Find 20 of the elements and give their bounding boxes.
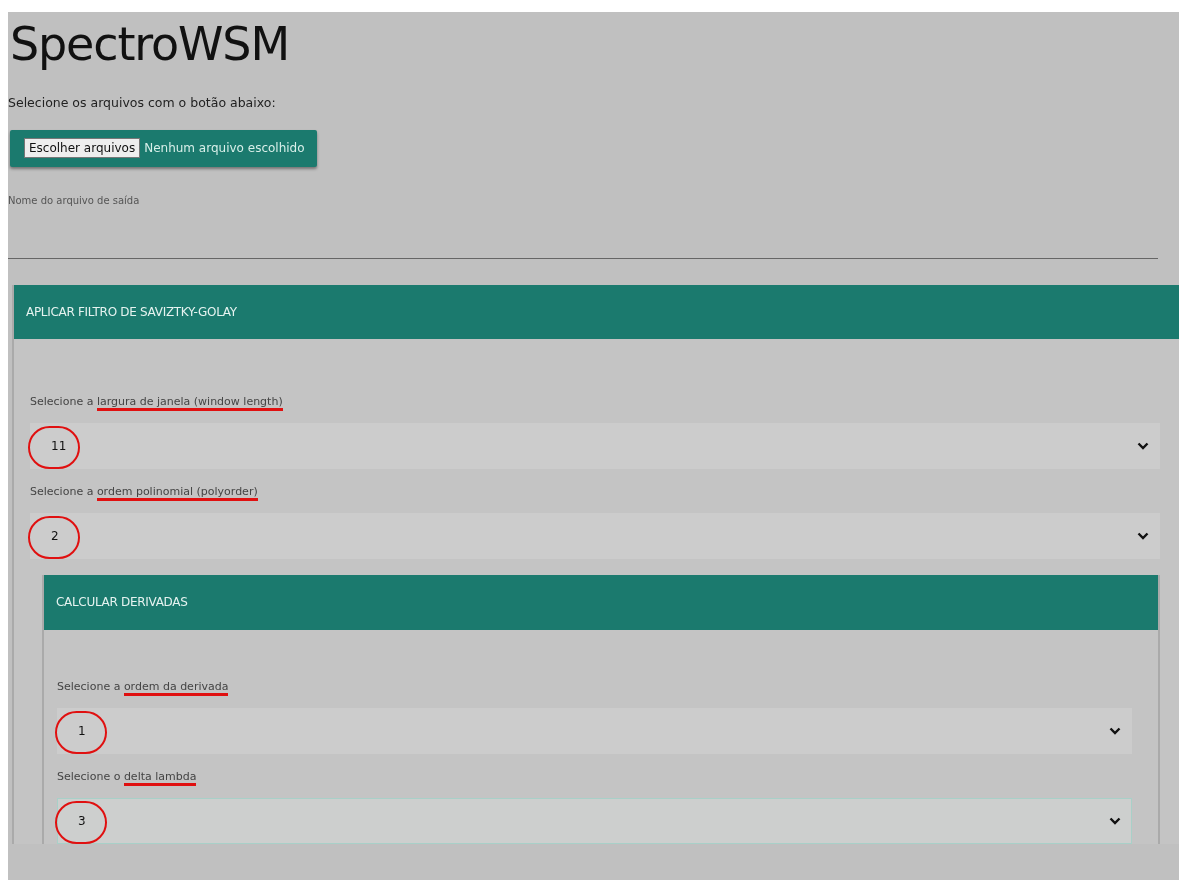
select-dropdown[interactable]: 3 — [57, 797, 1132, 844]
section-header: APLICAR FILTRO DE SAVIZTKY-GOLAY — [14, 284, 1179, 339]
section-header: CALCULAR DERIVADAS — [44, 574, 1158, 630]
field-label: Selecione a ordem da derivada — [57, 679, 229, 694]
field-label: Selecione a largura de janela (window length) — [30, 394, 283, 409]
file-prompt: Selecione os arquivos com o botão abaixo: — [8, 94, 276, 112]
file-status: Nenhum arquivo escolhido — [144, 140, 305, 158]
page-title: SpectroWSM — [9, 16, 290, 72]
output-name-field[interactable]: Nome do arquivo de saída — [8, 184, 1158, 259]
select-dropdown[interactable]: 1 — [57, 707, 1132, 754]
field-label: Selecione a ordem polinomial (polyorder) — [30, 484, 258, 499]
chevron-down-icon — [1137, 441, 1149, 450]
field-label: Selecione o delta lambda — [57, 769, 197, 784]
chevron-down-icon — [1109, 726, 1121, 735]
file-input[interactable]: Escolher arquivos Nenhum arquivo escolhido — [10, 129, 317, 167]
select-dropdown[interactable]: 11 — [30, 422, 1160, 469]
chevron-down-icon — [1137, 531, 1149, 540]
choose-files-button[interactable]: Escolher arquivos — [24, 138, 141, 159]
select-dropdown[interactable]: 2 — [30, 512, 1160, 559]
chevron-down-icon — [1109, 816, 1121, 825]
